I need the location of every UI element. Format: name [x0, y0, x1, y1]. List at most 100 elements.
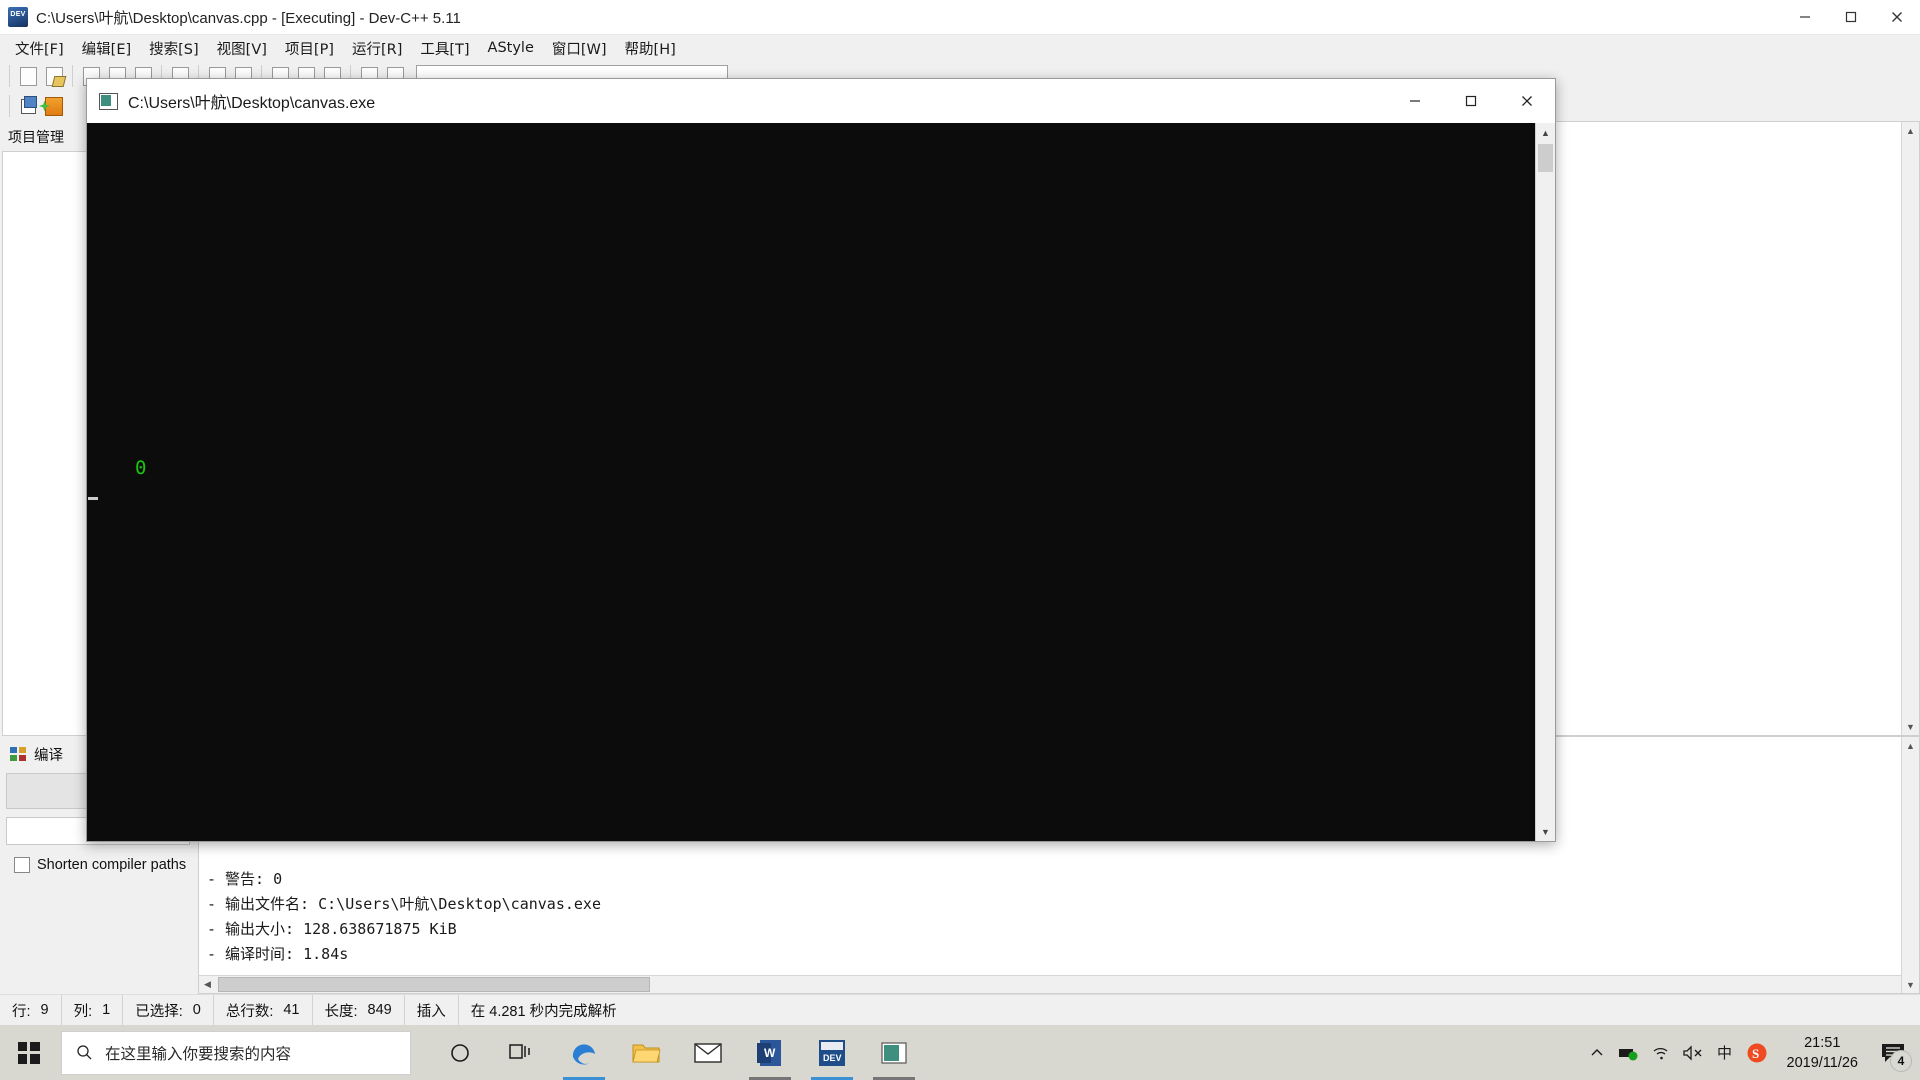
menu-run[interactable]: 运行[R]	[343, 35, 411, 62]
menu-edit[interactable]: 编辑[E]	[73, 35, 140, 62]
menu-tools[interactable]: 工具[T]	[411, 35, 478, 62]
open-file-button[interactable]	[41, 63, 67, 89]
svg-text:S: S	[1752, 1046, 1759, 1061]
status-insert-mode-text: 插入	[417, 1000, 446, 1021]
shorten-compiler-paths-label: Shorten compiler paths	[37, 857, 186, 873]
show-hidden-icons-button[interactable]	[1581, 1025, 1613, 1080]
scroll-left-icon[interactable]: ◀	[199, 976, 216, 993]
console-body[interactable]: 0 ▲ ▼	[87, 123, 1555, 841]
log-vertical-scrollbar[interactable]: ▲ ▼	[1901, 737, 1919, 993]
log-line: - 警告: 0	[207, 867, 1897, 892]
console-output-text: 0	[135, 457, 146, 479]
volume-muted-icon	[1682, 1045, 1704, 1061]
ime-indicator-text: 中	[1717, 1042, 1732, 1063]
task-view-button[interactable]	[491, 1025, 553, 1080]
devcpp-app-icon	[8, 7, 28, 27]
console-scroll-thumb[interactable]	[1538, 144, 1553, 172]
devcpp-button[interactable]: DEV	[801, 1025, 863, 1080]
shorten-compiler-paths-row[interactable]: Shorten compiler paths	[0, 847, 196, 873]
ide-title-bar: C:\Users\叶航\Desktop\canvas.cpp - [Execut…	[0, 0, 1920, 35]
new-project-button[interactable]	[15, 93, 41, 119]
menu-project[interactable]: 项目[P]	[276, 35, 343, 62]
notification-center-button[interactable]: 4	[1872, 1025, 1914, 1080]
status-total-lines-value: 41	[283, 1002, 299, 1018]
search-icon	[76, 1044, 93, 1061]
status-column-value: 1	[102, 1002, 110, 1018]
file-explorer-icon	[631, 1040, 661, 1066]
menu-file[interactable]: 文件[F]	[6, 35, 73, 62]
ime-indicator[interactable]: 中	[1709, 1025, 1741, 1080]
battery-tray-button[interactable]	[1613, 1025, 1645, 1080]
sogou-icon: S	[1746, 1042, 1768, 1064]
scroll-down-icon[interactable]: ▼	[1902, 976, 1919, 993]
file-explorer-button[interactable]	[615, 1025, 677, 1080]
task-view-icon	[509, 1042, 535, 1064]
scroll-up-icon[interactable]: ▲	[1902, 122, 1919, 139]
status-total-lines-key: 总行数:	[226, 1000, 274, 1021]
console-close-button[interactable]	[1499, 79, 1555, 123]
console-window[interactable]: C:\Users\叶航\Desktop\canvas.exe 0 ▲ ▼	[86, 78, 1556, 842]
editor-vertical-scrollbar[interactable]: ▲ ▼	[1901, 122, 1919, 735]
status-length-value: 849	[368, 1002, 392, 1018]
shorten-compiler-paths-checkbox[interactable]	[14, 857, 30, 873]
log-horizontal-scrollbar[interactable]: ◀	[199, 975, 1902, 993]
toolbar-separator	[9, 95, 10, 117]
console-icon	[880, 1041, 908, 1065]
clock-time: 21:51	[1804, 1033, 1840, 1053]
network-tray-button[interactable]	[1645, 1025, 1677, 1080]
new-project-icon	[21, 99, 36, 114]
status-insert-mode: 插入	[405, 995, 459, 1025]
scroll-up-icon[interactable]: ▲	[1536, 123, 1555, 142]
sogou-ime-button[interactable]: S	[1741, 1025, 1773, 1080]
word-icon: W	[756, 1038, 784, 1068]
log-line: - 输出文件名: C:\Users\叶航\Desktop\canvas.exe	[207, 892, 1897, 917]
console-title-text: C:\Users\叶航\Desktop\canvas.exe	[128, 89, 375, 113]
new-file-button[interactable]	[15, 63, 41, 89]
ide-maximize-button[interactable]	[1828, 0, 1874, 34]
menu-search[interactable]: 搜索[S]	[140, 35, 208, 62]
status-line-value: 9	[41, 1002, 49, 1018]
svg-text:DEV: DEV	[823, 1053, 842, 1063]
add-to-project-button[interactable]	[41, 93, 67, 119]
status-column-key: 列:	[74, 1000, 93, 1021]
ide-close-button[interactable]	[1874, 0, 1920, 34]
menu-view[interactable]: 视图[V]	[208, 35, 276, 62]
console-output-area[interactable]: 0	[87, 123, 1535, 841]
status-parse-time: 在 4.281 秒内完成解析	[459, 995, 629, 1025]
taskbar-search-box[interactable]: 在这里输入你要搜索的内容	[61, 1031, 411, 1075]
log-scroll-thumb[interactable]	[218, 977, 650, 992]
status-selected: 已选择: 0	[123, 995, 214, 1025]
open-file-icon	[46, 67, 63, 86]
volume-tray-button[interactable]	[1677, 1025, 1709, 1080]
status-selected-key: 已选择:	[135, 1000, 183, 1021]
taskbar-clock[interactable]: 21:51 2019/11/26	[1773, 1025, 1873, 1080]
console-vertical-scrollbar[interactable]: ▲ ▼	[1535, 123, 1555, 841]
menu-astyle[interactable]: AStyle	[479, 37, 543, 59]
scroll-down-icon[interactable]: ▼	[1536, 822, 1555, 841]
edge-icon	[569, 1038, 599, 1068]
scroll-up-icon[interactable]: ▲	[1902, 737, 1919, 754]
scroll-down-icon[interactable]: ▼	[1902, 718, 1919, 735]
log-line: - 编译时间: 1.84s	[207, 942, 1897, 967]
status-line: 行: 9	[0, 995, 62, 1025]
ide-menu-bar: 文件[F] 编辑[E] 搜索[S] 视图[V] 项目[P] 运行[R] 工具[T…	[0, 35, 1920, 61]
menu-window[interactable]: 窗口[W]	[543, 35, 616, 62]
mail-button[interactable]	[677, 1025, 739, 1080]
console-minimize-button[interactable]	[1387, 79, 1443, 123]
console-app-icon	[99, 93, 118, 110]
cortana-button[interactable]	[429, 1025, 491, 1080]
clock-date: 2019/11/26	[1787, 1053, 1859, 1073]
console-maximize-button[interactable]	[1443, 79, 1499, 123]
ide-minimize-button[interactable]	[1782, 0, 1828, 34]
status-selected-value: 0	[193, 1002, 201, 1018]
start-button[interactable]	[0, 1025, 57, 1080]
edge-button[interactable]	[553, 1025, 615, 1080]
wifi-icon	[1651, 1045, 1671, 1061]
console-taskbar-button[interactable]	[863, 1025, 925, 1080]
windows-taskbar: 在这里输入你要搜索的内容	[0, 1025, 1920, 1080]
status-line-key: 行:	[12, 1000, 31, 1021]
word-button[interactable]: W	[739, 1025, 801, 1080]
ide-status-bar: 行: 9 列: 1 已选择: 0 总行数: 41 长度: 849 插入 在 4.…	[0, 994, 1920, 1025]
devcpp-icon: DEV	[818, 1039, 846, 1067]
menu-help[interactable]: 帮助[H]	[616, 35, 685, 62]
